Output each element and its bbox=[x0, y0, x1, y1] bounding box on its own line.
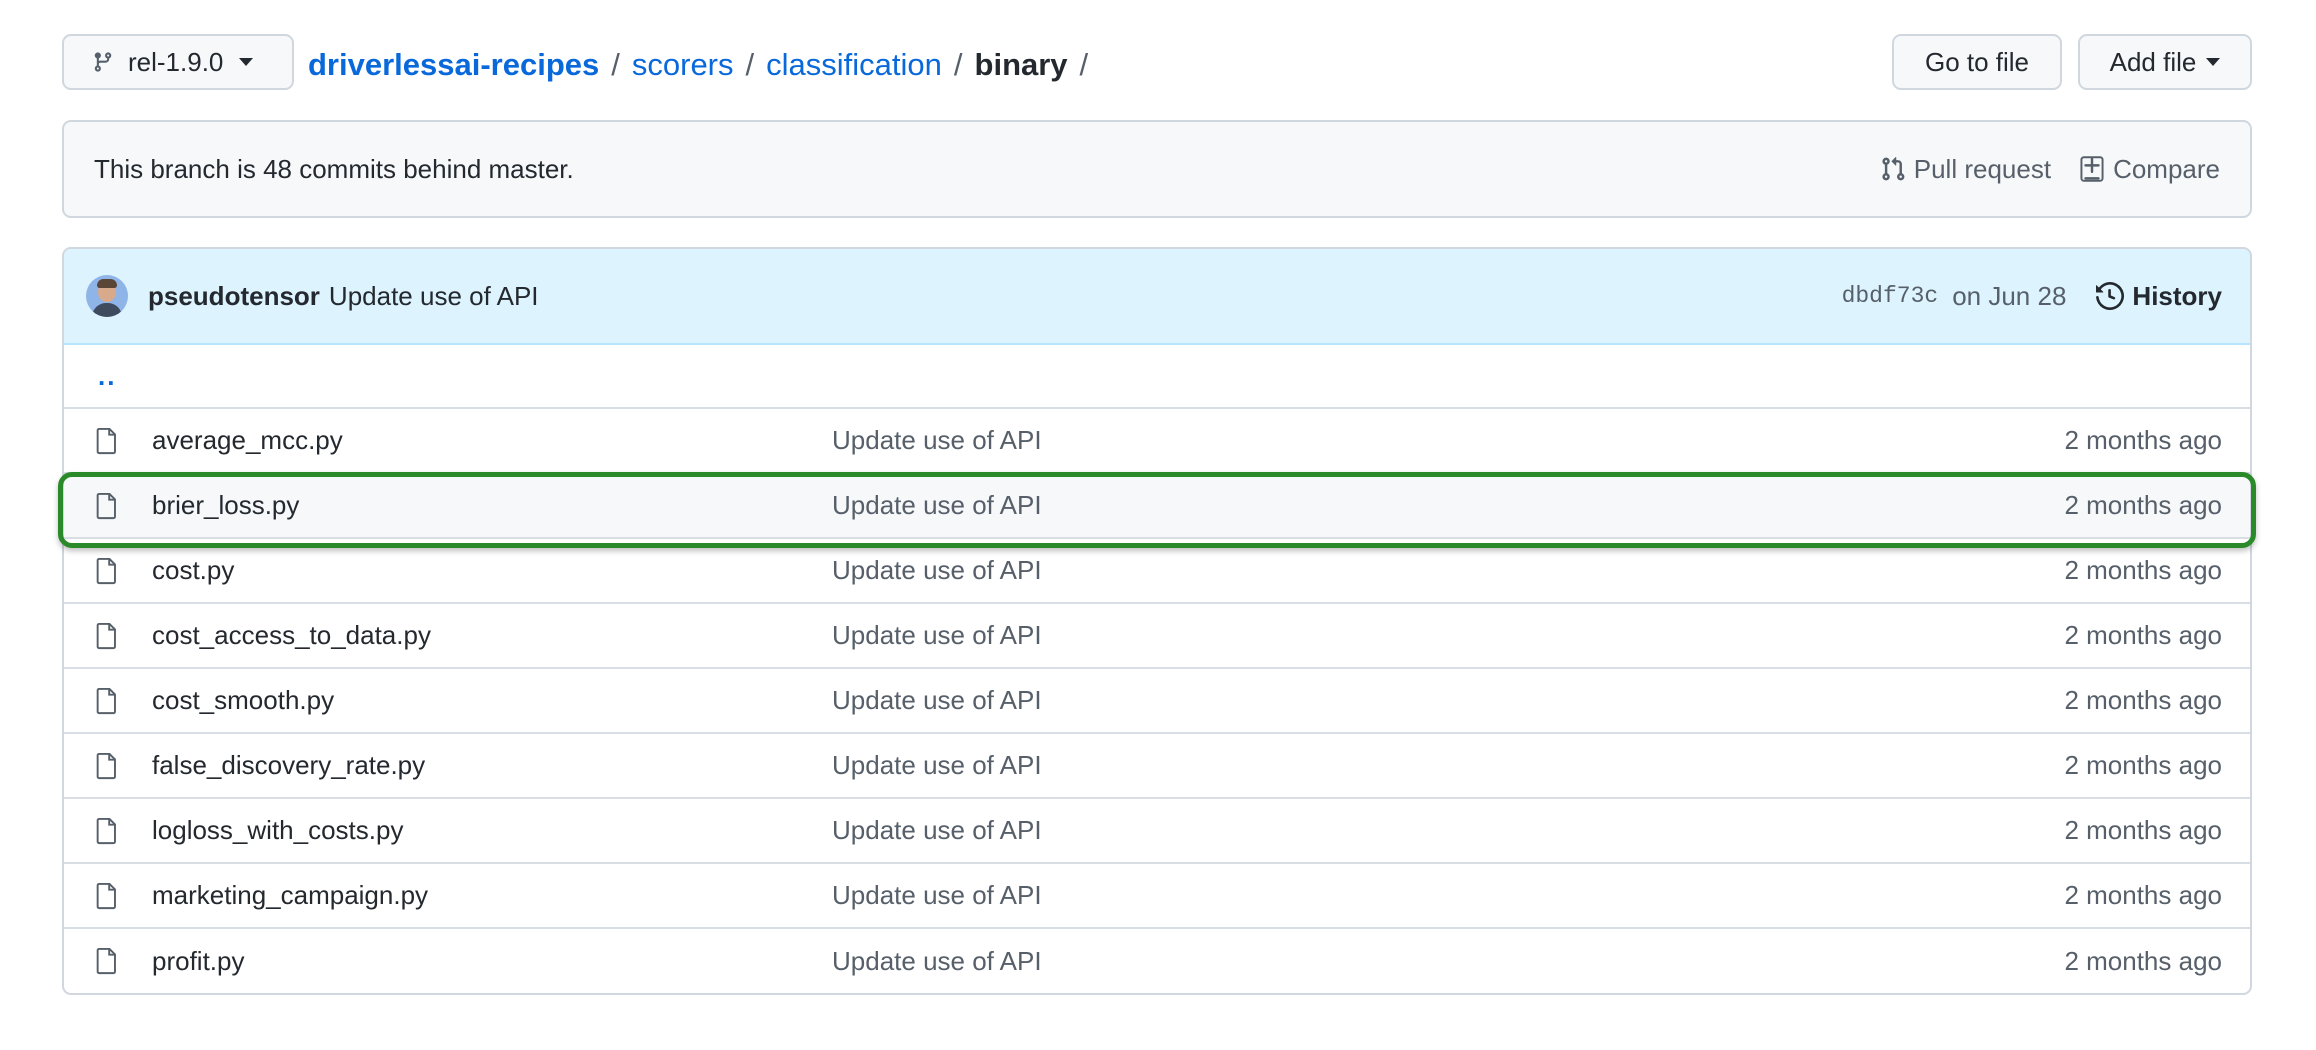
file-row[interactable]: false_discovery_rate.py Update use of API… bbox=[64, 734, 2250, 799]
file-row[interactable]: average_mcc.py Update use of API 2 months … bbox=[64, 409, 2250, 474]
caret-down-icon bbox=[2206, 58, 2221, 66]
file-age: 2 months ago bbox=[2064, 815, 2222, 845]
file-age: 2 months ago bbox=[2064, 685, 2222, 715]
breadcrumb-link-scorers[interactable]: scorers bbox=[632, 47, 734, 83]
file-icon bbox=[96, 557, 116, 584]
file-name-link[interactable]: profit.py bbox=[152, 946, 245, 977]
branch-status-message: This branch is 48 commits behind master. bbox=[94, 153, 574, 184]
breadcrumb-separator: / bbox=[1079, 47, 1089, 82]
history-label: History bbox=[2132, 280, 2222, 311]
file-icon bbox=[96, 947, 116, 975]
file-icon bbox=[96, 687, 116, 714]
avatar[interactable] bbox=[86, 275, 128, 317]
breadcrumb-current: binary bbox=[974, 47, 1068, 82]
file-age: 2 months ago bbox=[2064, 555, 2222, 585]
file-icon bbox=[96, 752, 116, 779]
history-clock-icon bbox=[2096, 282, 2125, 310]
breadcrumb-separator: / bbox=[953, 47, 963, 82]
file-name-link[interactable]: logloss_with_costs.py bbox=[152, 815, 403, 846]
branch-status-box: This branch is 48 commits behind master.… bbox=[62, 120, 2252, 218]
parent-directory-row[interactable]: .. bbox=[64, 345, 2250, 409]
file-row[interactable]: cost_smooth.py Update use of API 2 months … bbox=[64, 669, 2250, 734]
file-icon bbox=[96, 492, 116, 519]
parent-directory-link[interactable]: .. bbox=[98, 361, 116, 392]
history-link[interactable]: History bbox=[2096, 281, 2222, 312]
breadcrumb-repo-link[interactable]: driverlessai-recipes bbox=[308, 47, 599, 83]
file-icon bbox=[96, 427, 116, 454]
file-list: pseudotensor Update use of API dbdf73c o… bbox=[62, 247, 2252, 995]
file-icon bbox=[96, 882, 116, 909]
file-icon bbox=[96, 622, 116, 649]
file-commit-message-link[interactable]: Update use of API bbox=[832, 750, 1042, 781]
file-row[interactable]: cost_access_to_data.py Update use of API 2… bbox=[64, 604, 2250, 669]
breadcrumb-separator: / bbox=[611, 47, 620, 82]
file-commit-message-link[interactable]: Update use of API bbox=[832, 555, 1042, 586]
branch-select-button[interactable]: rel-1.9.0 bbox=[62, 34, 294, 90]
file-age: 2 months ago bbox=[2064, 750, 2222, 780]
file-age: 2 months ago bbox=[2064, 880, 2222, 910]
latest-commit-bar: pseudotensor Update use of API dbdf73c o… bbox=[64, 249, 2250, 345]
file-icon bbox=[96, 817, 116, 844]
file-age: 2 months ago bbox=[2064, 425, 2222, 455]
file-commit-message-link[interactable]: Update use of API bbox=[832, 685, 1042, 716]
breadcrumb-separator: / bbox=[745, 47, 755, 82]
file-commit-message-link[interactable]: Update use of API bbox=[832, 880, 1042, 911]
file-name-link[interactable]: cost_access_to_data.py bbox=[152, 620, 431, 651]
file-name-link[interactable]: brier_loss.py bbox=[152, 490, 299, 521]
breadcrumb-link-classification[interactable]: classification bbox=[766, 47, 942, 83]
add-file-label: Add file bbox=[2109, 46, 2197, 77]
commit-author[interactable]: pseudotensor bbox=[148, 281, 320, 312]
file-commit-message-link[interactable]: Update use of API bbox=[832, 490, 1042, 521]
file-name-link[interactable]: false_discovery_rate.py bbox=[152, 750, 425, 781]
git-branch-icon bbox=[94, 52, 112, 72]
file-age: 2 months ago bbox=[2064, 490, 2222, 520]
compare-link[interactable]: Compare bbox=[2079, 154, 2220, 185]
file-age: 2 months ago bbox=[2064, 945, 2222, 976]
commit-date: on Jun 28 bbox=[1952, 280, 2067, 311]
file-age: 2 months ago bbox=[2064, 620, 2222, 650]
file-row[interactable]: profit.py Update use of API 2 months ago bbox=[64, 929, 2250, 993]
file-name-link[interactable]: cost_smooth.py bbox=[152, 685, 334, 716]
branch-name: rel-1.9.0 bbox=[128, 46, 224, 77]
pull-request-label: Pull request bbox=[1913, 153, 2052, 184]
compare-diff-icon bbox=[2080, 156, 2104, 182]
file-row[interactable]: logloss_with_costs.py Update use of API 2 … bbox=[64, 799, 2250, 864]
pull-request-icon bbox=[1882, 156, 1905, 181]
caret-down-icon bbox=[239, 58, 254, 66]
go-to-file-label: Go to file bbox=[1924, 46, 2030, 77]
file-name-link[interactable]: marketing_campaign.py bbox=[152, 880, 428, 911]
file-commit-message-link[interactable]: Update use of API bbox=[832, 815, 1042, 846]
file-commit-message-link[interactable]: Update use of API bbox=[832, 946, 1042, 977]
file-row[interactable]: brier_loss.py Update use of API 2 months a… bbox=[64, 474, 2250, 539]
compare-label: Compare bbox=[2113, 153, 2220, 184]
file-name-link[interactable]: average_mcc.py bbox=[152, 425, 343, 456]
file-row[interactable]: marketing_campaign.py Update use of API 2 … bbox=[64, 864, 2250, 929]
pull-request-link[interactable]: Pull request bbox=[1880, 154, 2051, 185]
commit-message[interactable]: Update use of API bbox=[329, 281, 1842, 312]
file-row[interactable]: cost.py Update use of API 2 months ago bbox=[64, 539, 2250, 604]
file-commit-message-link[interactable]: Update use of API bbox=[832, 620, 1042, 651]
file-commit-message-link[interactable]: Update use of API bbox=[832, 425, 1042, 456]
go-to-file-button[interactable]: Go to file bbox=[1892, 34, 2062, 90]
breadcrumb: driverlessai-recipes / scorers / classif… bbox=[308, 40, 1100, 90]
file-name-link[interactable]: cost.py bbox=[152, 555, 234, 586]
commit-sha[interactable]: dbdf73c bbox=[1842, 283, 1939, 309]
add-file-button[interactable]: Add file bbox=[2078, 34, 2252, 90]
